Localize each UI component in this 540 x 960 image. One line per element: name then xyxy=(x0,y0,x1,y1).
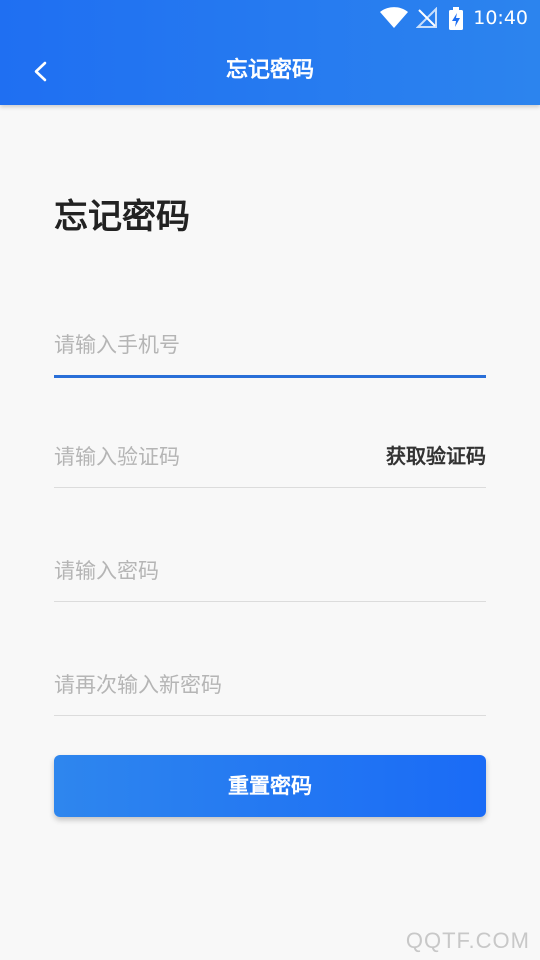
verification-code-field: 获取验证码 xyxy=(54,427,486,488)
phone-field xyxy=(54,315,486,378)
app-header: 10:40 忘记密码 xyxy=(0,0,540,105)
watermark: QQTF.COM xyxy=(405,928,530,953)
get-code-button[interactable]: 获取验证码 xyxy=(386,442,486,470)
battery-charging-icon xyxy=(448,7,464,35)
phone-input[interactable] xyxy=(54,325,354,365)
reset-password-button[interactable]: 重置密码 xyxy=(54,755,486,817)
wifi-icon xyxy=(380,7,408,33)
password-field xyxy=(54,541,486,602)
status-time: 10:40 xyxy=(473,7,528,29)
no-signal-icon xyxy=(415,6,438,33)
confirm-password-field xyxy=(54,655,486,716)
form-heading: 忘记密码 xyxy=(54,197,190,237)
page-title: 忘记密码 xyxy=(225,58,314,83)
status-bar: 10:40 xyxy=(0,0,540,36)
verification-code-input[interactable] xyxy=(54,437,354,477)
confirm-password-input[interactable] xyxy=(54,665,354,705)
password-input[interactable] xyxy=(54,551,354,591)
